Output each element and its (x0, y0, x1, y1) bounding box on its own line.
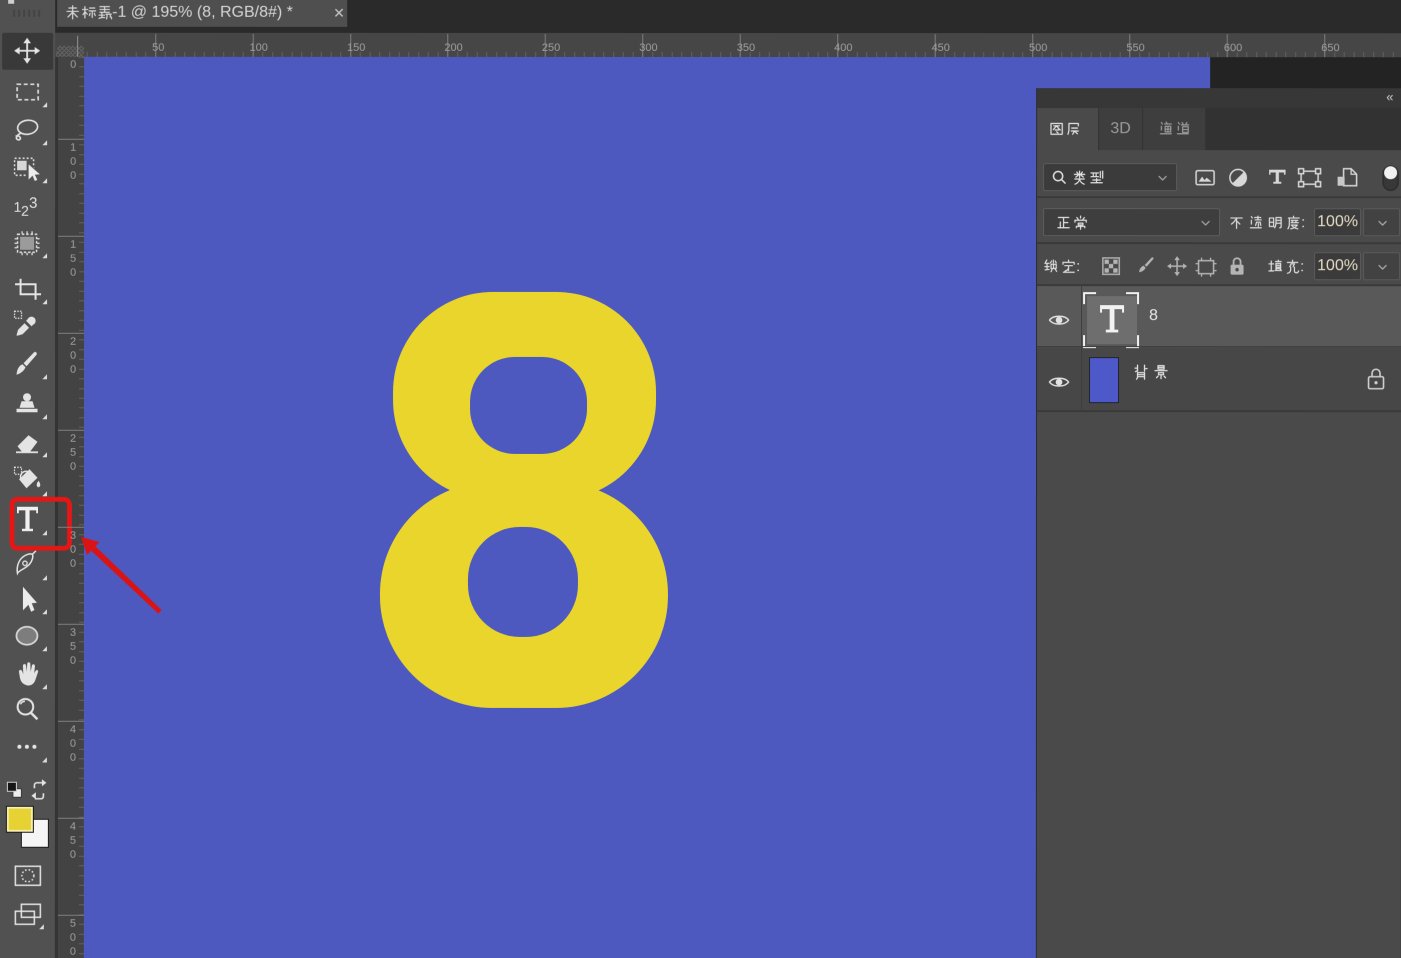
svg-text:2: 2 (21, 203, 29, 219)
svg-text:3: 3 (29, 195, 37, 212)
